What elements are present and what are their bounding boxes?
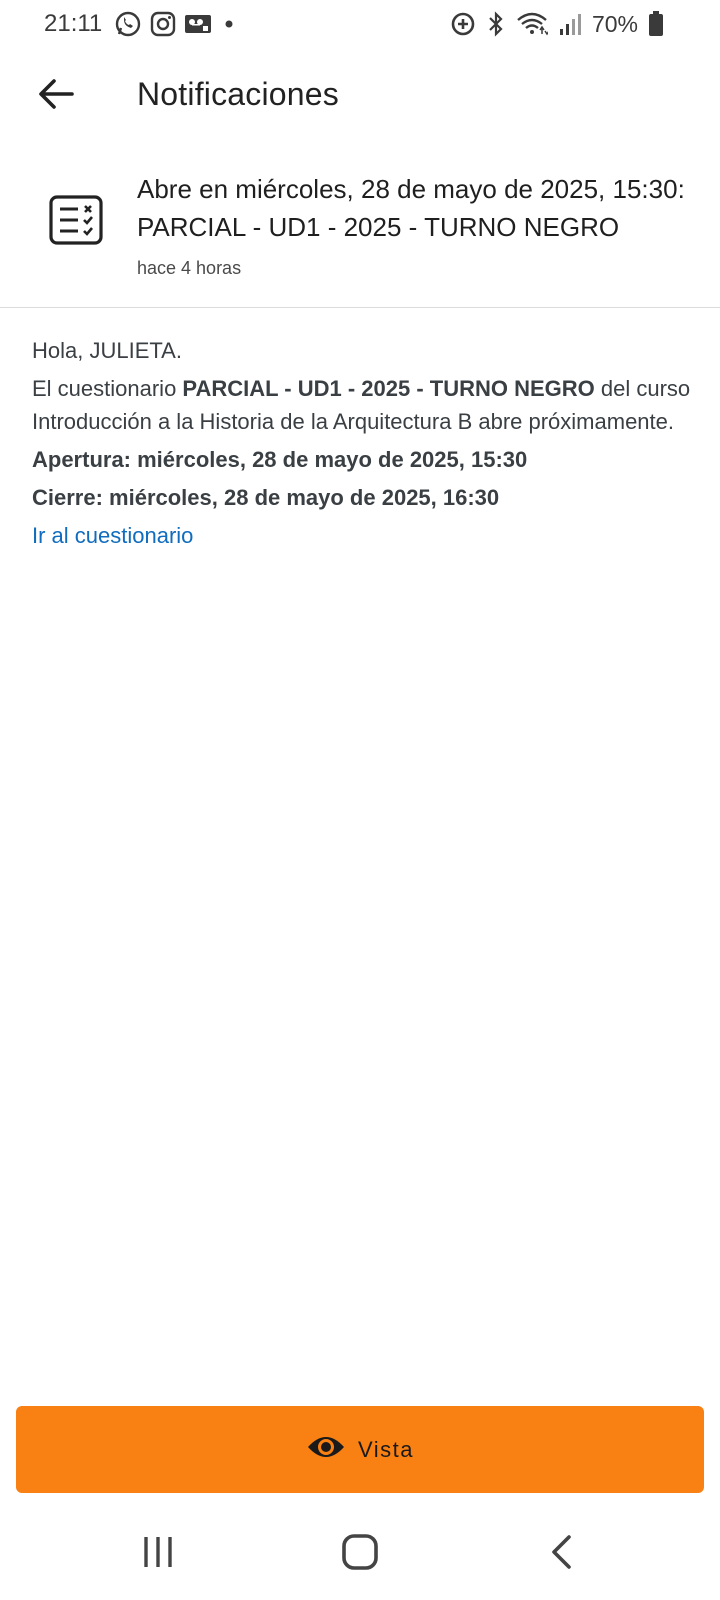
home-button[interactable] [330,1532,390,1576]
back-button[interactable] [28,72,84,120]
status-time: 21:11 [44,10,103,37]
dot-icon [220,15,238,33]
quiz-name: PARCIAL - UD1 - 2025 - TURNO NEGRO [182,376,595,401]
app-bar: Notificaciones [0,58,720,134]
bluetooth-icon [486,11,506,37]
go-to-quiz-link[interactable]: Ir al cuestionario [32,523,193,548]
notification-body: Hola, JULIETA. El cuestionario PARCIAL -… [32,334,692,557]
navigation-bar [0,1510,720,1600]
status-left-icons [114,10,238,38]
signal-icon [558,11,582,37]
closing-date: Cierre: miércoles, 28 de mayo de 2025, 1… [32,485,500,510]
quiz-intro-before: El cuestionario [32,376,183,401]
arrow-left-icon [36,76,76,117]
page-title: Notificaciones [137,76,340,112]
opening-date: Apertura: miércoles, 28 de mayo de 2025,… [32,447,528,472]
eye-icon [306,1432,346,1467]
notification-time: hace 4 horas [137,258,242,278]
quiz-intro: El cuestionario PARCIAL - UD1 - 2025 - T… [32,372,692,438]
voicemail-icon [184,12,212,36]
whatsapp-icon [114,10,142,38]
system-back-button[interactable] [532,1532,592,1576]
notification-header: Abre en miércoles, 28 de mayo de 2025, 1… [0,160,720,308]
recents-button[interactable] [128,1532,188,1576]
battery-percent: 70% [591,10,638,37]
status-bar: 21:11 70% [0,0,720,50]
wifi-icon [516,11,548,37]
view-button-label: Vista [357,1436,414,1462]
recents-icon [140,1535,176,1574]
back-icon [549,1534,575,1575]
data-saver-icon [450,11,476,37]
view-button[interactable]: Vista [16,1406,704,1493]
status-right-icons: 70% [450,10,664,38]
battery-icon [648,10,664,38]
notification-title: Abre en miércoles, 28 de mayo de 2025, 1… [137,174,685,242]
home-icon [341,1533,379,1576]
instagram-icon [150,11,176,37]
greeting: Hola, JULIETA. [32,338,182,363]
quiz-icon [48,194,104,251]
